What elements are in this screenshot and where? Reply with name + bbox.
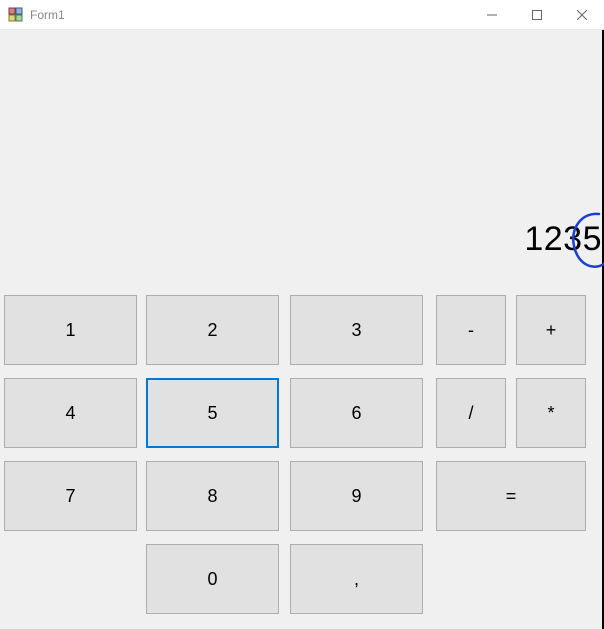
digit-4-button[interactable]: 4	[4, 378, 137, 448]
titlebar: Form1	[0, 0, 604, 30]
digit-2-button[interactable]: 2	[146, 295, 279, 365]
minus-button[interactable]: -	[436, 295, 506, 365]
display-area: 1235	[0, 30, 602, 290]
maximize-button[interactable]	[514, 0, 559, 30]
digit-3-button[interactable]: 3	[290, 295, 423, 365]
divide-button[interactable]: /	[436, 378, 506, 448]
multiply-button[interactable]: *	[516, 378, 586, 448]
close-button[interactable]	[559, 0, 604, 30]
digit-1-button[interactable]: 1	[4, 295, 137, 365]
window-title: Form1	[30, 8, 65, 22]
equals-button[interactable]: =	[436, 461, 586, 531]
digit-8-button[interactable]: 8	[146, 461, 279, 531]
digit-5-button[interactable]: 5	[146, 378, 279, 448]
display-value: 1235	[524, 220, 602, 259]
app-icon	[8, 7, 24, 23]
minimize-button[interactable]	[469, 0, 514, 30]
plus-button[interactable]: +	[516, 295, 586, 365]
digit-9-button[interactable]: 9	[290, 461, 423, 531]
digit-7-button[interactable]: 7	[4, 461, 137, 531]
digit-0-button[interactable]: 0	[146, 544, 279, 614]
form-body: 1235 1 2 3 - + 4 5 6 / * 7 8 9 = 0 ,	[0, 30, 604, 629]
digit-6-button[interactable]: 6	[290, 378, 423, 448]
comma-button[interactable]: ,	[290, 544, 423, 614]
